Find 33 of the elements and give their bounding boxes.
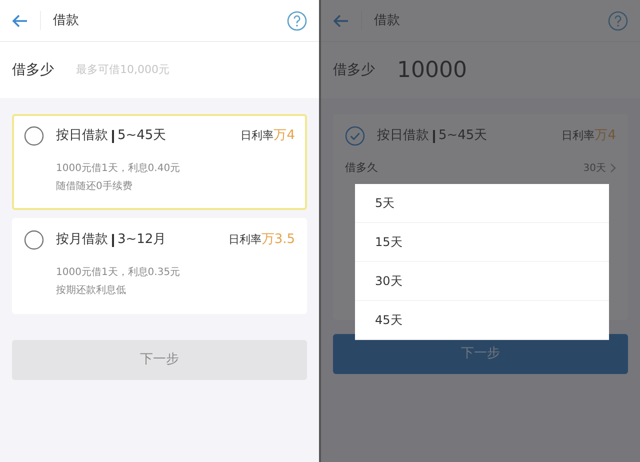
plan-title: 按日借款 <box>56 127 108 146</box>
amount-label: 借多少 <box>333 60 375 80</box>
plan-title: 按日借款 <box>377 127 429 146</box>
option-item[interactable]: 15天 <box>355 223 609 262</box>
plan-range: 5~45天 <box>438 127 488 146</box>
option-item[interactable]: 45天 <box>355 301 609 340</box>
back-icon[interactable] <box>12 14 28 28</box>
page-title: 借款 <box>361 10 400 30</box>
rate-label: 日利率万4 <box>240 127 295 146</box>
plan-range: 3~12月 <box>118 231 166 250</box>
plan-description: 1000元借1天，利息0.35元 <box>56 266 182 280</box>
option-item[interactable]: 30天 <box>355 262 609 301</box>
radio-button[interactable] <box>24 230 44 250</box>
plan-card[interactable]: 按日借款 5~45天 日利率万4 1000元借1天，利息0.40元 随借随还0手续费 <box>12 114 307 210</box>
plan-card[interactable]: 按月借款 3~12月 日利率万3.5 1000元借1天，利息0.35元 按期还款利息低 <box>12 218 307 314</box>
plan-description: 1000元借1天，利息0.40元 <box>56 162 182 176</box>
check-circle-icon[interactable] <box>345 126 365 146</box>
rate-label: 日利率万4 <box>562 127 616 146</box>
help-icon[interactable] <box>287 10 307 30</box>
plan-range: 5~45天 <box>118 127 166 146</box>
help-icon[interactable] <box>608 10 628 30</box>
plan-description: 随借随还0手续费 <box>56 180 134 194</box>
radio-button[interactable] <box>24 126 44 146</box>
plan-description: 按期还款利息低 <box>56 284 127 298</box>
amount-label: 借多少 <box>12 60 54 80</box>
duration-label: 借多久 <box>345 160 378 176</box>
rate-label: 日利率万3.5 <box>228 231 295 250</box>
plan-title: 按月借款 <box>56 231 108 250</box>
option-item[interactable]: 5天 <box>355 184 609 223</box>
page-title: 借款 <box>40 10 79 30</box>
chevron-right-icon[interactable] <box>610 163 616 174</box>
back-icon[interactable] <box>333 14 349 28</box>
amount-field[interactable]: 最多可借10,000元 <box>76 62 276 78</box>
